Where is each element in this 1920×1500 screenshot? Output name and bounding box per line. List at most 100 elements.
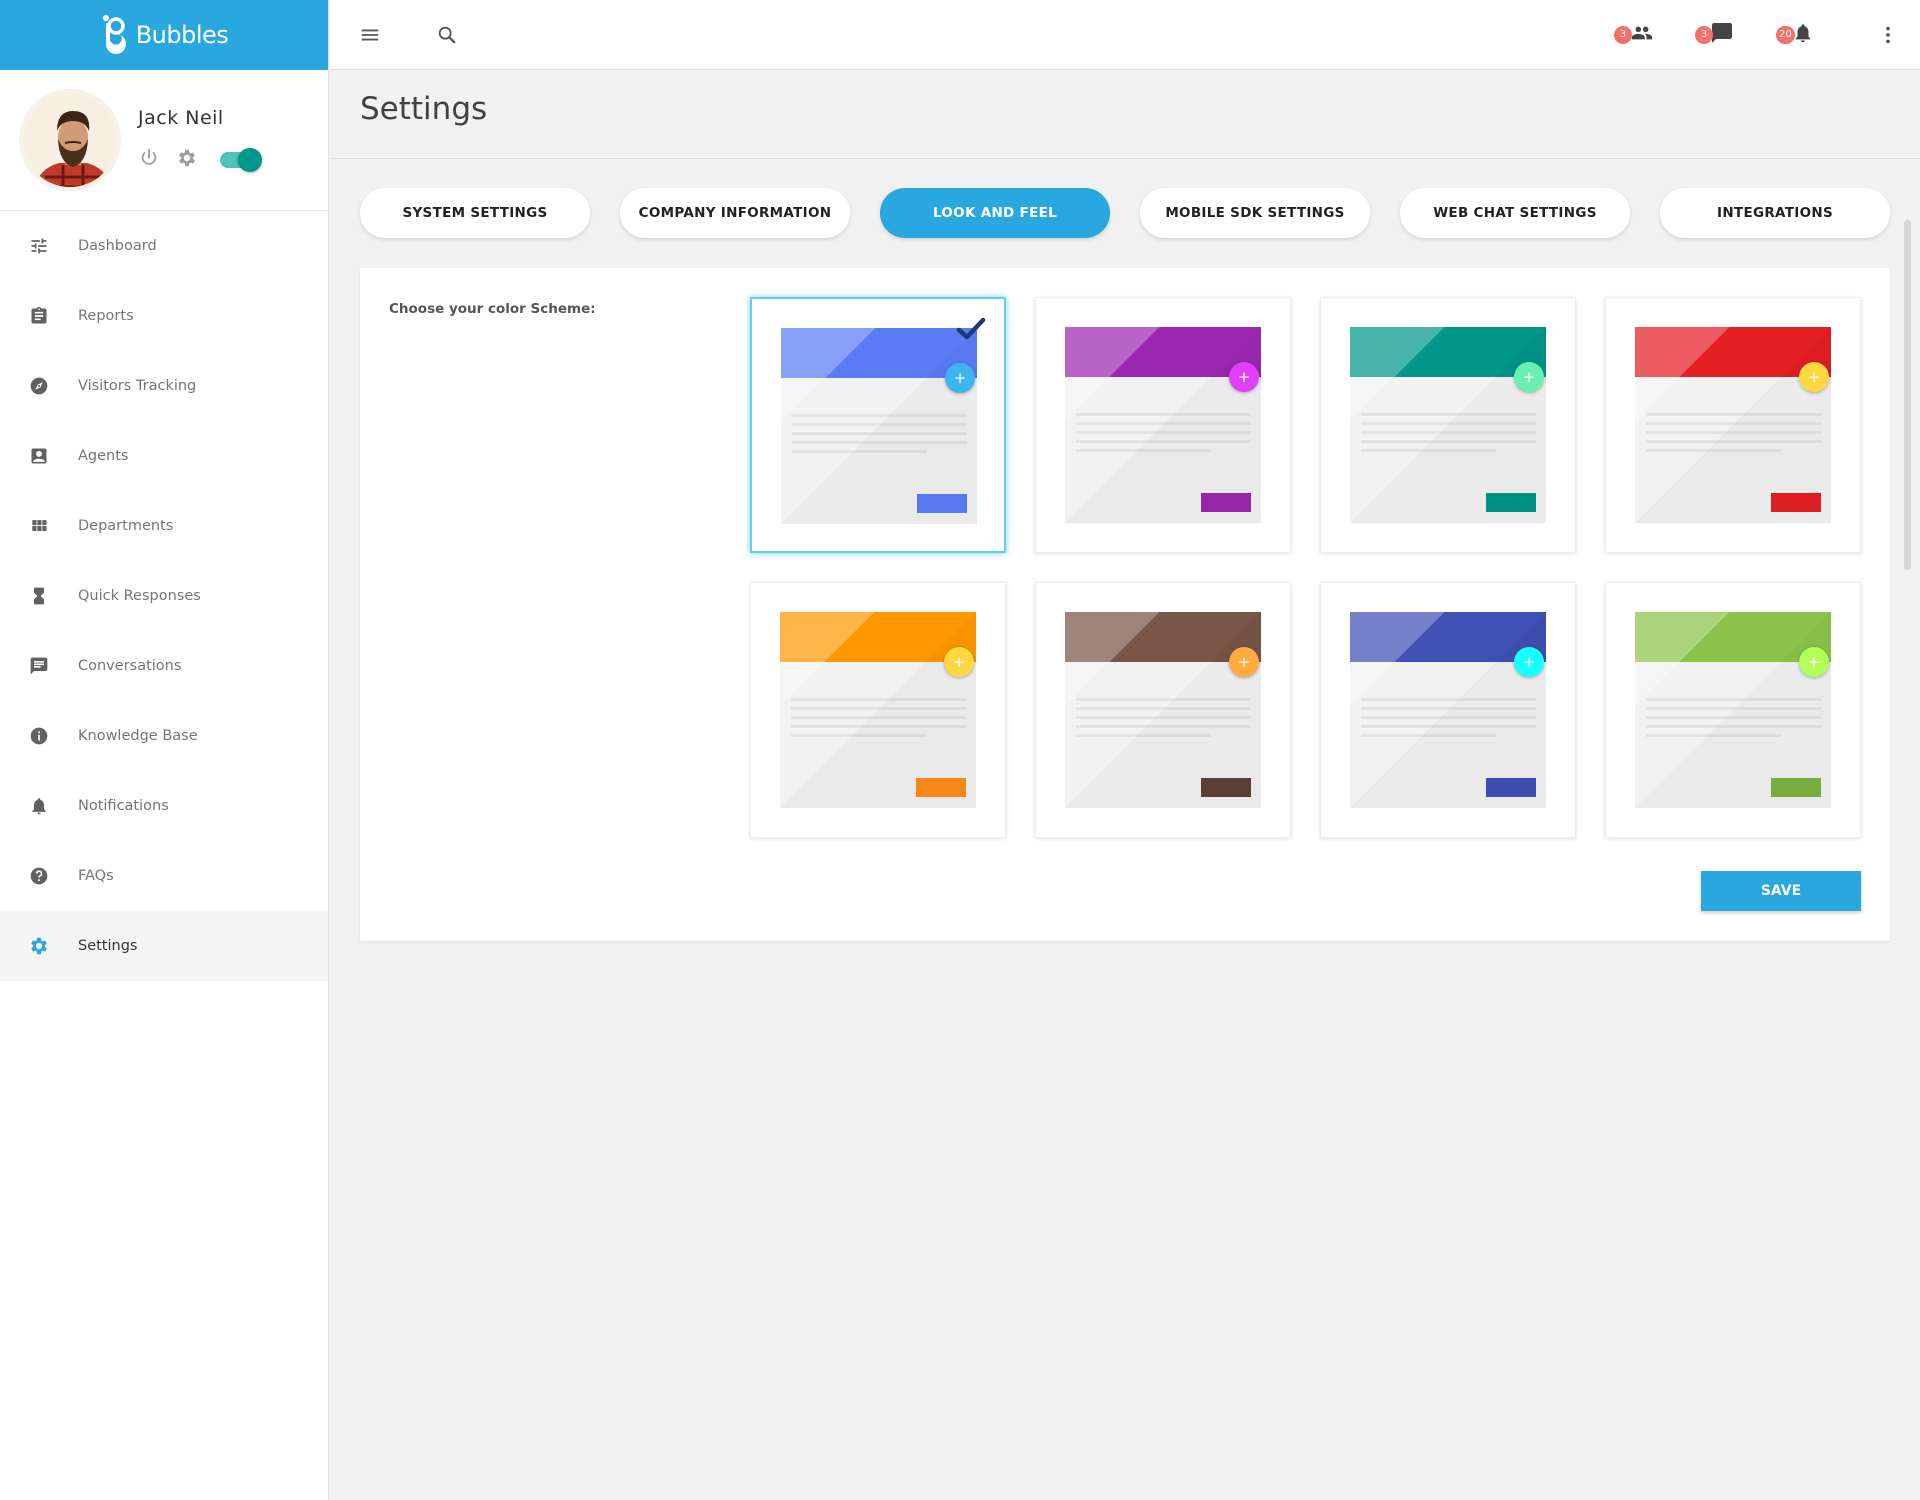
scheme-preview bbox=[1350, 612, 1546, 808]
sidebar-item-faqs[interactable]: FAQs bbox=[0, 841, 328, 911]
user-profile: Jack Neil bbox=[0, 70, 328, 211]
preview-sheen bbox=[1065, 327, 1261, 523]
grid-icon bbox=[28, 515, 50, 537]
bell-icon bbox=[28, 795, 50, 817]
scheme-preview bbox=[1350, 327, 1546, 523]
tab-company-information[interactable]: COMPANY INFORMATION bbox=[620, 188, 850, 238]
gear-icon bbox=[28, 935, 50, 957]
more-vert-icon[interactable] bbox=[1876, 23, 1900, 47]
bell-notifications[interactable]: 20 bbox=[1776, 22, 1814, 48]
gear-icon[interactable] bbox=[176, 147, 198, 173]
sidebar-item-departments[interactable]: Departments bbox=[0, 491, 328, 561]
preview-sheen bbox=[1635, 612, 1831, 808]
preview-sheen bbox=[1635, 327, 1831, 523]
people-notifications[interactable]: 3 bbox=[1614, 22, 1655, 48]
color-scheme-option-green[interactable]: + bbox=[1605, 582, 1861, 838]
preview-fab-plus-icon: + bbox=[945, 363, 975, 393]
messages-count-badge: 3 bbox=[1695, 26, 1713, 44]
scrollbar[interactable] bbox=[1904, 220, 1911, 570]
brand-name: Bubbles bbox=[135, 21, 229, 49]
status-toggle[interactable] bbox=[220, 148, 262, 172]
color-scheme-option-orange[interactable]: + bbox=[750, 582, 1006, 838]
profile-name: Jack Neil bbox=[138, 107, 224, 129]
save-button[interactable]: SAVE bbox=[1701, 871, 1861, 911]
sidebar: Bubbles Jack Neil Dashboard Reports Visi… bbox=[0, 0, 329, 1500]
avatar[interactable] bbox=[20, 90, 120, 190]
look-and-feel-panel: Choose your color Scheme: + + + + + + + + SAVE bbox=[360, 268, 1890, 941]
chat-icon bbox=[1712, 21, 1734, 49]
sidebar-item-label: Quick Responses bbox=[78, 588, 201, 604]
settings-tabs: SYSTEM SETTINGS COMPANY INFORMATION LOOK… bbox=[360, 188, 1890, 240]
scheme-preview bbox=[780, 612, 976, 808]
sidebar-item-reports[interactable]: Reports bbox=[0, 281, 328, 351]
search-icon[interactable] bbox=[435, 23, 459, 47]
scheme-preview bbox=[1065, 327, 1261, 523]
sidebar-item-label: Visitors Tracking bbox=[78, 378, 197, 394]
people-icon bbox=[1631, 22, 1655, 48]
bubbles-logo-icon bbox=[100, 14, 130, 56]
preview-fab-plus-icon: + bbox=[1799, 647, 1829, 677]
preview-fab-plus-icon: + bbox=[1229, 647, 1259, 677]
people-count-badge: 3 bbox=[1614, 26, 1632, 44]
color-scheme-option-purple[interactable]: + bbox=[1035, 297, 1291, 553]
tab-look-and-feel[interactable]: LOOK AND FEEL bbox=[880, 188, 1110, 238]
message-notifications[interactable]: 3 bbox=[1695, 22, 1734, 48]
hourglass-icon bbox=[28, 585, 50, 607]
preview-sheen bbox=[781, 328, 977, 524]
scheme-preview bbox=[781, 328, 977, 524]
tab-mobile-sdk-settings[interactable]: MOBILE SDK SETTINGS bbox=[1140, 188, 1370, 238]
brand-header[interactable]: Bubbles bbox=[0, 0, 328, 70]
scheme-preview bbox=[1635, 327, 1831, 523]
checkmark-icon bbox=[956, 317, 986, 345]
power-icon[interactable] bbox=[138, 147, 160, 173]
sidebar-item-quick-responses[interactable]: Quick Responses bbox=[0, 561, 328, 631]
color-scheme-option-teal[interactable]: + bbox=[1320, 297, 1576, 553]
preview-sheen bbox=[1350, 327, 1546, 523]
tune-icon bbox=[28, 235, 50, 257]
sidebar-item-label: Departments bbox=[78, 518, 174, 534]
sidebar-item-label: Agents bbox=[78, 448, 129, 464]
sidebar-item-label: Conversations bbox=[78, 658, 182, 674]
sidebar-item-agents[interactable]: Agents bbox=[0, 421, 328, 491]
bell-icon bbox=[1795, 22, 1814, 48]
sidebar-item-settings[interactable]: Settings bbox=[0, 911, 328, 981]
sidebar-item-label: Dashboard bbox=[78, 238, 157, 254]
sidebar-item-label: Settings bbox=[78, 938, 138, 954]
sidebar-item-notifications[interactable]: Notifications bbox=[0, 771, 328, 841]
sidebar-item-label: FAQs bbox=[78, 868, 114, 884]
tab-web-chat-settings[interactable]: WEB CHAT SETTINGS bbox=[1400, 188, 1630, 238]
menu-icon[interactable] bbox=[358, 23, 382, 47]
preview-fab-plus-icon: + bbox=[1514, 647, 1544, 677]
sidebar-item-label: Knowledge Base bbox=[78, 728, 198, 744]
page-header: Settings bbox=[330, 71, 1920, 159]
color-scheme-label: Choose your color Scheme: bbox=[389, 301, 596, 317]
preview-fab-plus-icon: + bbox=[944, 647, 974, 677]
clipboard-icon bbox=[28, 305, 50, 327]
color-scheme-option-indigo[interactable]: + bbox=[1320, 582, 1576, 838]
contact-icon bbox=[28, 445, 50, 467]
tab-integrations[interactable]: INTEGRATIONS bbox=[1660, 188, 1890, 238]
sidebar-item-conversations[interactable]: Conversations bbox=[0, 631, 328, 701]
info-icon bbox=[28, 725, 50, 747]
color-scheme-option-brown[interactable]: + bbox=[1035, 582, 1291, 838]
preview-fab-plus-icon: + bbox=[1799, 362, 1829, 392]
compass-icon bbox=[28, 375, 50, 397]
preview-fab-plus-icon: + bbox=[1514, 362, 1544, 392]
chat-icon bbox=[28, 655, 50, 677]
toggle-knob bbox=[238, 148, 262, 172]
sidebar-item-dashboard[interactable]: Dashboard bbox=[0, 211, 328, 281]
notifications-count-badge: 20 bbox=[1776, 26, 1795, 44]
page-title: Settings bbox=[360, 91, 488, 127]
preview-sheen bbox=[780, 612, 976, 808]
sidebar-item-knowledge-base[interactable]: Knowledge Base bbox=[0, 701, 328, 771]
color-scheme-option-blue[interactable]: + bbox=[750, 297, 1006, 553]
color-scheme-option-red[interactable]: + bbox=[1605, 297, 1861, 553]
tab-system-settings[interactable]: SYSTEM SETTINGS bbox=[360, 188, 590, 238]
help-icon bbox=[28, 865, 50, 887]
preview-fab-plus-icon: + bbox=[1229, 362, 1259, 392]
sidebar-item-label: Notifications bbox=[78, 798, 169, 814]
sidebar-item-visitors-tracking[interactable]: Visitors Tracking bbox=[0, 351, 328, 421]
top-bar: 3 3 20 bbox=[330, 0, 1920, 70]
sidebar-nav: Dashboard Reports Visitors Tracking Agen… bbox=[0, 211, 328, 981]
sidebar-item-label: Reports bbox=[78, 308, 134, 324]
